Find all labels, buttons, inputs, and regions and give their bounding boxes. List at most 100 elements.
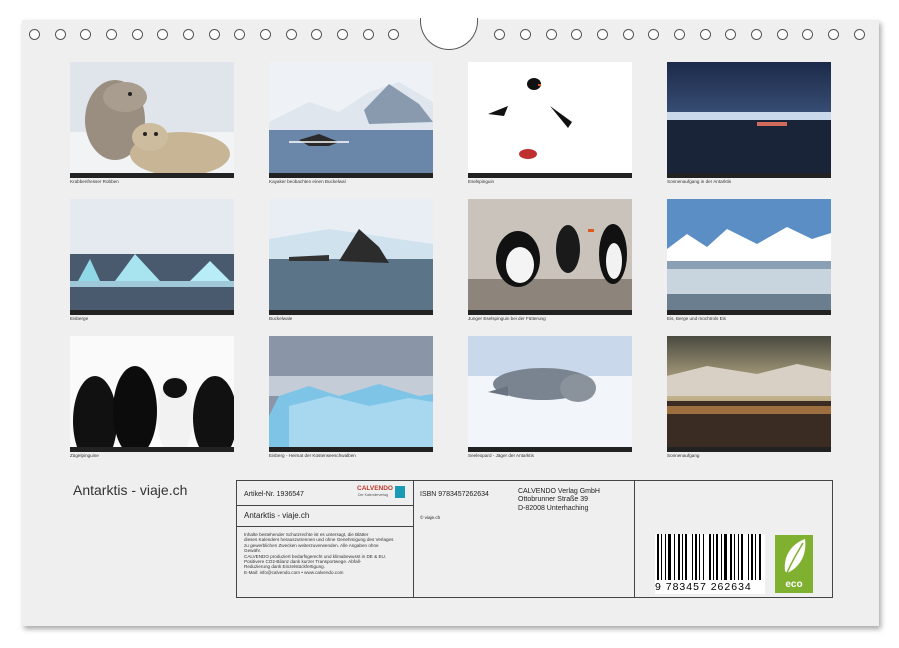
publisher-address: CALVENDO Verlag GmbH Ottobrunner Straße 3… xyxy=(518,488,600,513)
photo-image xyxy=(269,336,433,452)
photo-penguin-white xyxy=(468,62,632,178)
barcode-bar xyxy=(665,534,667,580)
barcode-bar xyxy=(759,534,762,580)
legal-line: E-Mail: info@calvendo.com • www.calvendo… xyxy=(244,569,344,575)
barcode-bar xyxy=(738,534,740,580)
binding-ring xyxy=(854,29,865,40)
photo-ice-mountains xyxy=(667,199,831,315)
binding-ring xyxy=(571,29,582,40)
date-strip xyxy=(269,173,433,178)
photo-caption: Junger Eselspinguin bei der Fütterung xyxy=(468,316,546,321)
binding-ring xyxy=(132,29,143,40)
photo-whale-tail xyxy=(269,62,433,178)
binding-ring xyxy=(751,29,762,40)
binding-ring xyxy=(311,29,322,40)
calendar-title: Antarktis - viaje.ch xyxy=(73,482,188,498)
binding-ring xyxy=(260,29,271,40)
eco-badge: eco xyxy=(775,535,813,593)
address-line: Ottobrunner Straße 39 xyxy=(518,496,589,504)
date-strip xyxy=(468,447,632,452)
barcode-bar xyxy=(755,534,756,580)
barcode-bar xyxy=(715,534,718,580)
barcode: 9 783457 262634 xyxy=(655,534,765,594)
divider xyxy=(634,481,635,597)
binding-ring xyxy=(520,29,531,40)
binding-ring xyxy=(546,29,557,40)
date-strip xyxy=(667,447,831,452)
photo-humpback xyxy=(269,199,433,315)
binding-ring xyxy=(648,29,659,40)
binding-ring xyxy=(183,29,194,40)
binding-ring xyxy=(828,29,839,40)
barcode-bar xyxy=(724,534,728,580)
binding-ring xyxy=(106,29,117,40)
address-line: D-82008 Unterhaching xyxy=(518,504,589,512)
info-box: Artikel-Nr. 1936547 CALVENDO Der Kalende… xyxy=(236,480,833,598)
leaf-icon: eco xyxy=(784,539,806,590)
eco-label: eco xyxy=(785,579,802,590)
photo-blue-iceberg xyxy=(269,336,433,452)
divider xyxy=(413,481,414,597)
photo-image xyxy=(70,62,234,178)
calvendo-logo-text: CALVENDO xyxy=(357,485,393,492)
binding-ring xyxy=(700,29,711,40)
photo-caption: Sonnenaufgang xyxy=(667,453,700,458)
date-strip xyxy=(468,310,632,315)
photo-caption: Eis, Berge und mochtrols Eis xyxy=(667,316,726,321)
binding-ring xyxy=(388,29,399,40)
photo-caption: Krabbenfresser Robben xyxy=(70,179,119,184)
legal-text: Inhalte bestehender Schutzrechte ist es … xyxy=(244,532,393,575)
barcode-bar xyxy=(741,534,743,580)
binding-ring xyxy=(777,29,788,40)
barcode-bar xyxy=(692,534,693,580)
binding-ring xyxy=(234,29,245,40)
binding-ring xyxy=(209,29,220,40)
barcode-bar xyxy=(699,534,700,580)
barcode-bar xyxy=(657,534,659,580)
isbn: ISBN 9783457262634 xyxy=(420,491,489,498)
photo-caption: Eisberg - Heimat der Küstenseeschwalben xyxy=(269,453,356,458)
barcode-bar xyxy=(694,534,697,580)
barcode-bar xyxy=(685,534,687,580)
photo-image xyxy=(667,336,831,452)
address-line: CALVENDO Verlag GmbH xyxy=(518,488,600,495)
photo-image xyxy=(667,199,831,315)
barcode-bar xyxy=(713,534,714,580)
barcode-bar xyxy=(729,534,732,580)
photo-image xyxy=(269,62,433,178)
photo-caption: Sonnenaufgang in der Antarktis xyxy=(667,179,732,184)
photo-seals xyxy=(70,62,234,178)
binding-ring xyxy=(286,29,297,40)
photo-chinstrap xyxy=(70,336,234,452)
calvendo-logo: CALVENDO Der Kalenderverlag xyxy=(357,485,407,501)
barcode-bar xyxy=(748,534,749,580)
calvendo-tagline: Der Kalenderverlag xyxy=(358,493,389,497)
date-strip xyxy=(70,173,234,178)
photo-dawn-sea xyxy=(667,62,831,178)
barcode-bar xyxy=(703,534,705,580)
photo-caption: Buckelwale xyxy=(269,316,293,321)
barcode-bar xyxy=(682,534,684,580)
binding-ring xyxy=(363,29,374,40)
copyright: © viaje.ch xyxy=(420,515,441,520)
barcode-bars xyxy=(657,534,763,580)
product-title: Antarktis - viaje.ch xyxy=(244,511,310,520)
photo-image xyxy=(667,62,831,178)
barcode-bar xyxy=(673,534,675,580)
binding-ring xyxy=(55,29,66,40)
photo-image xyxy=(468,199,632,315)
date-strip xyxy=(667,173,831,178)
date-strip xyxy=(269,310,433,315)
photo-image xyxy=(269,199,433,315)
binding-ring xyxy=(80,29,91,40)
binding-ring xyxy=(623,29,634,40)
photo-caption: Kayaker beobachten einen Buckelwal xyxy=(269,179,346,184)
legal-line: zu gewerblichen Zwecken weiterzuverwende… xyxy=(244,542,379,548)
calvendo-logo-mark xyxy=(395,486,405,498)
divider xyxy=(237,526,413,527)
barcode-bar xyxy=(678,534,680,580)
binding-ring xyxy=(157,29,168,40)
date-strip xyxy=(468,173,632,178)
photo-caption: Zügelpinguine xyxy=(70,453,99,458)
binding-ring xyxy=(674,29,685,40)
